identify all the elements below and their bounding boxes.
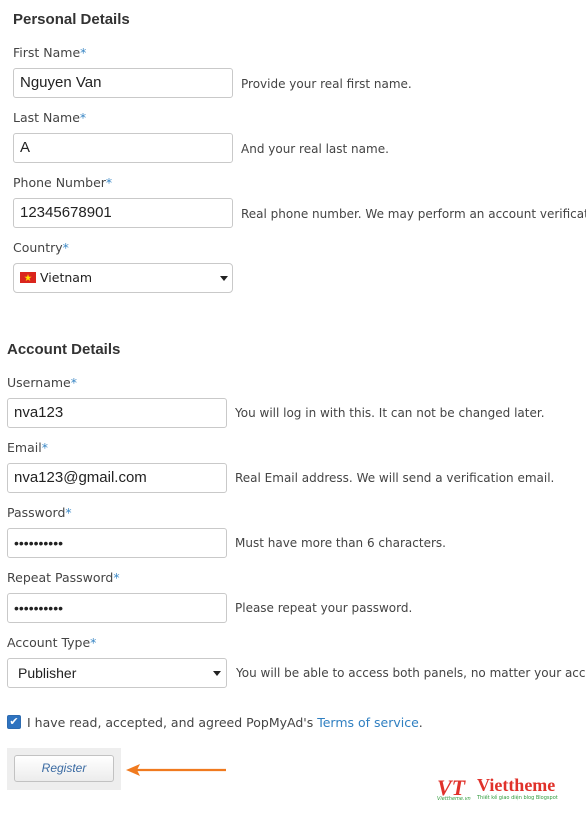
last-name-input[interactable]: A [13,133,233,163]
email-input[interactable]: nva123@gmail.com [7,463,227,493]
password-input[interactable]: •••••••••• [7,528,227,558]
repeat-password-input[interactable]: •••••••••• [7,593,227,623]
register-button-container: Register [7,748,121,790]
email-hint: Real Email address. We will send a verif… [235,471,555,485]
username-hint: You will log in with this. It can not be… [235,406,545,420]
repeat-password-hint: Please repeat your password. [235,601,413,615]
vietnam-flag-icon [20,272,36,283]
phone-number-label: Phone Number* [13,175,113,190]
repeat-password-label: Repeat Password* [7,570,120,585]
chevron-down-icon [220,276,228,281]
first-name-hint: Provide your real first name. [241,77,412,91]
phone-number-input[interactable]: 12345678901 [13,198,233,228]
username-input[interactable]: nva123 [7,398,227,428]
phone-number-hint: Real phone number. We may perform an acc… [241,207,586,221]
country-select[interactable]: Vietnam [13,263,233,293]
last-name-label: Last Name* [13,110,87,125]
first-name-input[interactable]: Nguyen Van [13,68,233,98]
email-label: Email* [7,440,48,455]
password-hint: Must have more than 6 characters. [235,536,446,550]
account-type-select[interactable]: Publisher [7,658,227,688]
first-name-label: First Name* [13,45,87,60]
viettheme-logo-name: Viettheme [477,775,556,795]
username-label: Username* [7,375,77,390]
register-button[interactable]: Register [14,755,114,782]
terms-checkbox[interactable]: ✔ [7,715,21,729]
viettheme-logo-tagline: Thiết kế giao diện blog Blogspot [477,795,558,801]
arrow-left-icon [126,764,226,776]
password-label: Password* [7,505,72,520]
country-select-value: Vietnam [40,270,93,285]
chevron-down-icon [213,671,221,676]
account-type-hint: You will be able to access both panels, … [236,666,586,680]
viettheme-logo: VT Viettheme.vn Viettheme Thiết kế giao … [437,775,577,805]
account-type-label: Account Type* [7,635,97,650]
last-name-hint: And your real last name. [241,142,389,156]
terms-agreement-text: I have read, accepted, and agreed PopMyA… [27,715,423,730]
account-details-heading: Account Details [7,341,121,358]
personal-details-heading: Personal Details [13,11,130,28]
viettheme-logo-mark-sub: Viettheme.vn [437,796,471,802]
account-type-value: Publisher [18,665,77,681]
country-label: Country* [13,240,69,255]
terms-of-service-link[interactable]: Terms of service [317,715,419,730]
